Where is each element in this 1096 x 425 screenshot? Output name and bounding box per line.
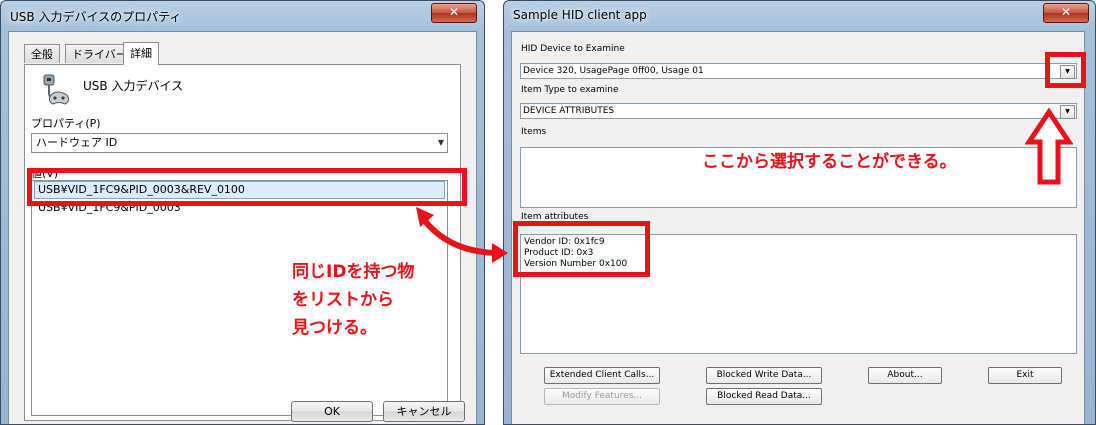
dropdown-highlight-box	[1045, 52, 1086, 88]
property-select-value: ハードウェア ID	[36, 136, 118, 149]
usb-input-device-icon	[43, 74, 70, 105]
ok-button[interactable]: OK	[291, 401, 373, 422]
property-label: プロパティ(P)	[31, 117, 101, 130]
left-annotation-line: 見つける。	[292, 318, 377, 338]
hid-device-select[interactable]: Device 320, UsagePage 0ff00, Usage 01 ▼	[520, 63, 1077, 79]
value-highlight-box	[27, 168, 467, 206]
attributes-highlight-box	[513, 221, 650, 277]
hid-client-window: Sample HID client app ✕ HID Device to Ex…	[503, 0, 1096, 425]
blocked-write-data-label: Blocked Write Data...	[716, 370, 812, 380]
cancel-button[interactable]: キャンセル	[383, 401, 465, 422]
right-window-title: Sample HID client app	[513, 8, 647, 22]
right-title-bar: Sample HID client app ✕	[504, 1, 1095, 31]
left-close-button[interactable]: ✕	[431, 3, 477, 23]
exit-label: Exit	[1016, 370, 1034, 380]
item-type-value: DEVICE ATTRIBUTES	[523, 106, 615, 116]
blocked-write-data-button[interactable]: Blocked Write Data...	[706, 367, 822, 384]
right-annotation-text: ここから選択することができる。	[702, 152, 957, 172]
modify-features-label: Modify Features...	[562, 391, 642, 401]
left-window-title: USB 入力デバイスのプロパティ	[10, 10, 182, 24]
left-annotation-line: 同じIDを持つ物	[292, 262, 415, 282]
extended-client-calls-label: Extended Client Calls...	[549, 370, 655, 380]
up-arrow-icon	[1025, 108, 1073, 185]
cancel-button-label: キャンセル	[396, 405, 452, 418]
blocked-read-data-label: Blocked Read Data...	[717, 391, 811, 401]
items-label: Items	[521, 127, 547, 137]
tab-details[interactable]: 詳細	[123, 42, 159, 65]
hid-device-value: Device 320, UsagePage 0ff00, Usage 01	[523, 66, 704, 76]
about-button[interactable]: About...	[868, 367, 942, 384]
chevron-down-icon: ▼	[437, 138, 444, 147]
close-icon: ✕	[1060, 5, 1072, 19]
hid-device-label: HID Device to Examine	[521, 44, 625, 54]
left-annotation-line: をリストから	[292, 290, 394, 310]
right-close-button[interactable]: ✕	[1043, 3, 1089, 23]
modify-features-button[interactable]: Modify Features...	[544, 388, 660, 405]
left-annotation-text: 同じIDを持つ物 をリストから 見つける。	[292, 258, 414, 342]
double-arrow-icon	[416, 207, 508, 263]
about-label: About...	[887, 370, 923, 380]
left-title-bar: USB 入力デバイスのプロパティ ✕	[1, 1, 484, 31]
item-type-label: Item Type to examine	[521, 85, 619, 95]
device-name: USB 入力デバイス	[83, 79, 184, 93]
tab-details-label: 詳細	[130, 47, 152, 60]
left-client-area: 全般 ドライバー 詳細 USB 入力デバイス プロパティ(P) ハードウェア I…	[8, 31, 477, 424]
tab-driver-label: ドライバー	[72, 48, 127, 61]
ok-button-label: OK	[324, 405, 340, 418]
exit-button[interactable]: Exit	[988, 367, 1062, 384]
item-type-select[interactable]: DEVICE ATTRIBUTES ▼	[520, 103, 1077, 119]
details-tab-panel: USB 入力デバイス プロパティ(P) ハードウェア ID ▼ 値(V) USB…	[24, 64, 461, 421]
tab-general[interactable]: 全般	[24, 44, 60, 63]
extended-client-calls-button[interactable]: Extended Client Calls...	[544, 367, 660, 384]
property-select[interactable]: ハードウェア ID ▼	[31, 133, 448, 153]
tab-general-label: 全般	[31, 48, 53, 61]
close-icon: ✕	[448, 5, 460, 19]
blocked-read-data-button[interactable]: Blocked Read Data...	[706, 388, 822, 405]
